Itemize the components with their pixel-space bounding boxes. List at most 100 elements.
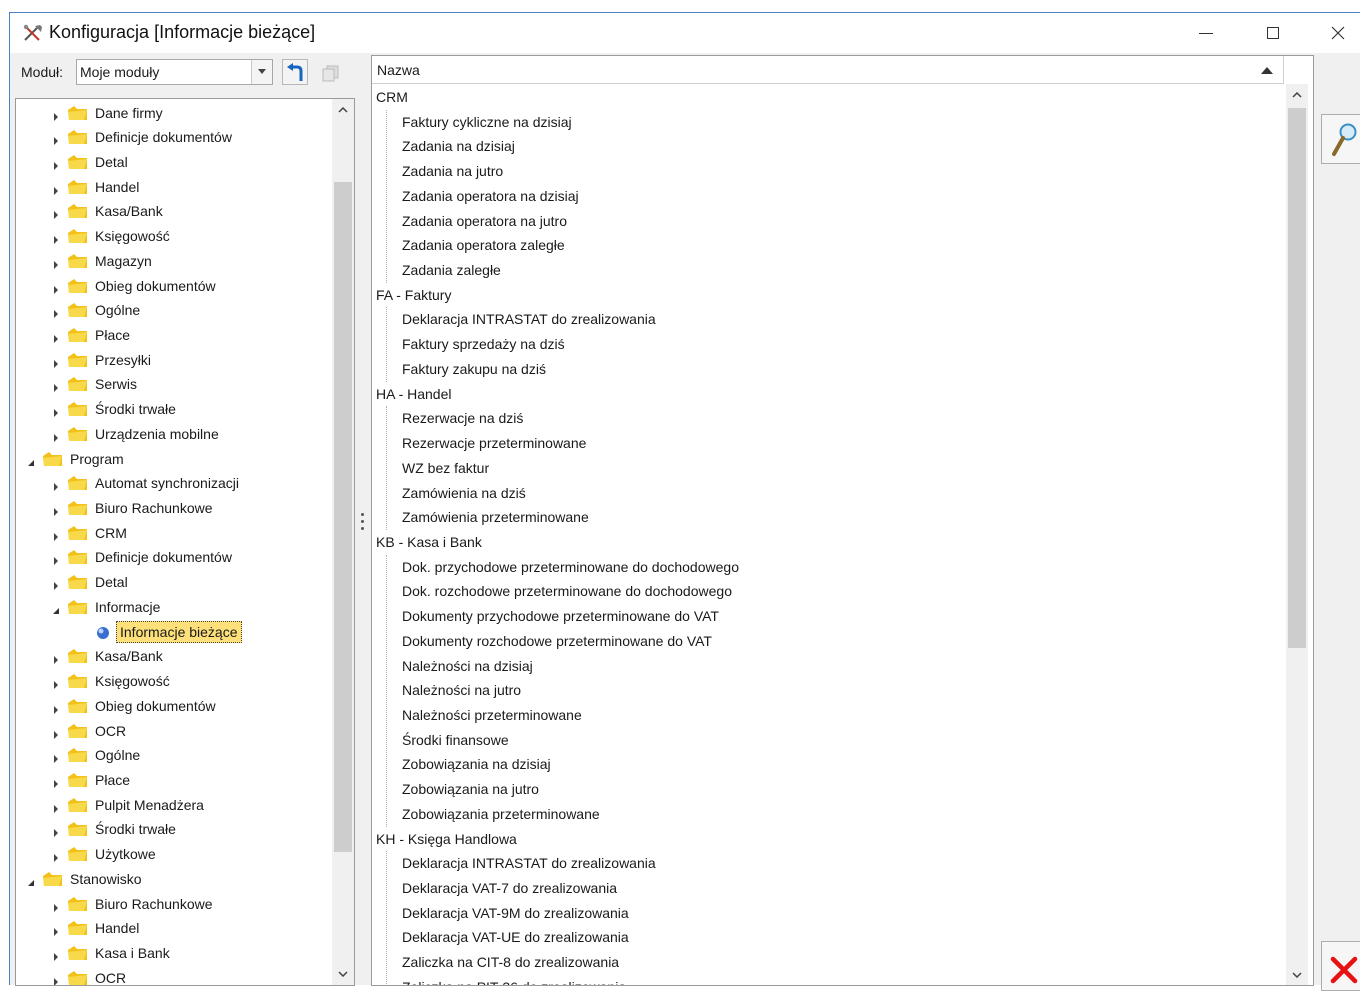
- collapsed-arrow-icon[interactable]: [51, 825, 61, 838]
- tree-item[interactable]: Płace: [16, 323, 328, 348]
- tree-item[interactable]: Kasa/Bank: [16, 199, 328, 224]
- tree-item[interactable]: Środki trwałe: [16, 397, 328, 422]
- collapsed-arrow-icon[interactable]: [51, 306, 61, 319]
- collapsed-arrow-icon[interactable]: [51, 109, 61, 121]
- list-scroll-down[interactable]: [1286, 964, 1308, 985]
- list-row-label: Zobowiązania przeterminowane: [402, 805, 600, 822]
- collapsed-arrow-icon[interactable]: [51, 702, 61, 714]
- collapsed-arrow-icon[interactable]: [51, 479, 61, 492]
- tree-item[interactable]: Biuro Rachunkowe: [16, 496, 328, 521]
- close-window-button[interactable]: [1315, 13, 1360, 53]
- tree-scroll-thumb[interactable]: [334, 182, 352, 852]
- tree-item[interactable]: Magazyn: [16, 249, 328, 274]
- tree-item[interactable]: Urządzenia mobilne: [16, 422, 328, 447]
- tree-item[interactable]: Definicje dokumentów: [16, 545, 328, 570]
- tree-item[interactable]: Automat synchronizacji: [16, 471, 328, 496]
- collapsed-arrow-icon[interactable]: [51, 405, 61, 418]
- list-scrollbar[interactable]: [1286, 84, 1308, 985]
- tree-item[interactable]: Dane firmy: [16, 101, 328, 126]
- collapsed-arrow-icon[interactable]: [51, 652, 61, 665]
- collapsed-arrow-icon[interactable]: [51, 553, 61, 566]
- list-row-label: Zobowiązania na dzisiaj: [402, 756, 551, 773]
- copy-button[interactable]: [317, 59, 343, 85]
- collapsed-arrow-icon[interactable]: [51, 974, 61, 985]
- tree-item[interactable]: Informacje: [16, 595, 328, 620]
- tree-item-label: Księgowość: [95, 228, 170, 245]
- collapsed-arrow-icon[interactable]: [51, 677, 61, 690]
- collapsed-arrow-icon[interactable]: [51, 850, 61, 863]
- cancel-button[interactable]: [1321, 941, 1360, 991]
- panel-splitter[interactable]: [360, 511, 365, 533]
- tree-item[interactable]: Środki trwałe: [16, 817, 328, 842]
- tree-item[interactable]: Serwis: [16, 372, 328, 397]
- tree-item[interactable]: Handel: [16, 175, 328, 200]
- tree-item[interactable]: Informacje bieżące: [16, 620, 328, 645]
- collapsed-arrow-icon[interactable]: [51, 949, 61, 961]
- tree-item[interactable]: Księgowość: [16, 224, 328, 249]
- collapsed-arrow-icon[interactable]: [51, 529, 61, 541]
- tree-item[interactable]: Kasa/Bank: [16, 644, 328, 669]
- tree-item[interactable]: Definicje dokumentów: [16, 125, 328, 150]
- tree-item[interactable]: Pulpit Menadżera: [16, 793, 328, 818]
- tree-item[interactable]: Przesyłki: [16, 348, 328, 373]
- tree-item[interactable]: Ogólne: [16, 298, 328, 323]
- tree-item[interactable]: Detal: [16, 570, 328, 595]
- tree-item[interactable]: Stanowisko: [16, 867, 328, 892]
- back-button[interactable]: [282, 59, 308, 85]
- expanded-arrow-icon[interactable]: [51, 603, 61, 614]
- module-select-arrow[interactable]: [251, 60, 272, 84]
- tree-item[interactable]: Handel: [16, 916, 328, 941]
- tree-item[interactable]: OCR: [16, 966, 328, 985]
- collapsed-arrow-icon[interactable]: [51, 207, 61, 220]
- collapsed-arrow-icon[interactable]: [51, 578, 61, 591]
- tree-item[interactable]: Obieg dokumentów: [16, 694, 328, 719]
- list-row-label: Zadania operatora na jutro: [402, 212, 567, 229]
- folder-icon: [68, 797, 88, 812]
- collapsed-arrow-icon[interactable]: [51, 727, 61, 739]
- column-header-name[interactable]: Nazwa: [372, 56, 1284, 84]
- collapsed-arrow-icon[interactable]: [51, 924, 61, 937]
- collapsed-arrow-icon[interactable]: [51, 331, 61, 343]
- tree-item[interactable]: Program: [16, 447, 328, 472]
- collapsed-arrow-icon[interactable]: [51, 257, 61, 269]
- expanded-arrow-icon[interactable]: [26, 875, 36, 886]
- chevron-up-icon: [338, 107, 348, 113]
- tree-item[interactable]: Płace: [16, 768, 328, 793]
- tree-item[interactable]: Użytkowe: [16, 842, 328, 867]
- preview-button[interactable]: [1321, 114, 1360, 164]
- tree-scrollbar[interactable]: [332, 99, 354, 985]
- collapsed-arrow-icon[interactable]: [51, 356, 61, 368]
- tree-item[interactable]: Ogólne: [16, 743, 328, 768]
- list-row-label: Deklaracja VAT-9M do zrealizowania: [402, 904, 629, 921]
- collapsed-arrow-icon[interactable]: [51, 801, 61, 813]
- tree-item[interactable]: Kasa i Bank: [16, 941, 328, 966]
- collapsed-arrow-icon[interactable]: [51, 751, 61, 764]
- collapsed-arrow-icon[interactable]: [51, 380, 61, 393]
- tree-item[interactable]: Detal: [16, 150, 328, 175]
- list-scroll-up[interactable]: [1286, 84, 1308, 106]
- collapsed-arrow-icon[interactable]: [51, 282, 61, 294]
- collapsed-arrow-icon[interactable]: [51, 900, 61, 912]
- tree-scroll-up[interactable]: [332, 99, 354, 121]
- tree-item[interactable]: Biuro Rachunkowe: [16, 892, 328, 917]
- collapsed-arrow-icon[interactable]: [51, 504, 61, 517]
- tree-item[interactable]: OCR: [16, 719, 328, 744]
- maximize-button[interactable]: [1250, 13, 1296, 53]
- minimize-button[interactable]: [1183, 13, 1229, 53]
- tree-scroll-down[interactable]: [332, 963, 354, 985]
- tree-item[interactable]: CRM: [16, 521, 328, 546]
- collapsed-arrow-icon[interactable]: [51, 133, 61, 146]
- collapsed-arrow-icon[interactable]: [51, 183, 61, 195]
- tree-item[interactable]: Księgowość: [16, 669, 328, 694]
- collapsed-arrow-icon[interactable]: [51, 776, 61, 788]
- module-select[interactable]: Moje moduły: [76, 59, 273, 85]
- tree-item[interactable]: Obieg dokumentów: [16, 274, 328, 299]
- collapsed-arrow-icon[interactable]: [51, 158, 61, 170]
- list-row-label: Zadania na dzisiaj: [402, 138, 515, 155]
- tree-item-label: CRM: [95, 524, 127, 541]
- expanded-arrow-icon[interactable]: [26, 455, 36, 466]
- collapsed-arrow-icon[interactable]: [51, 430, 61, 442]
- folder-icon: [68, 945, 88, 960]
- collapsed-arrow-icon[interactable]: [51, 232, 61, 245]
- list-scroll-thumb[interactable]: [1288, 108, 1306, 648]
